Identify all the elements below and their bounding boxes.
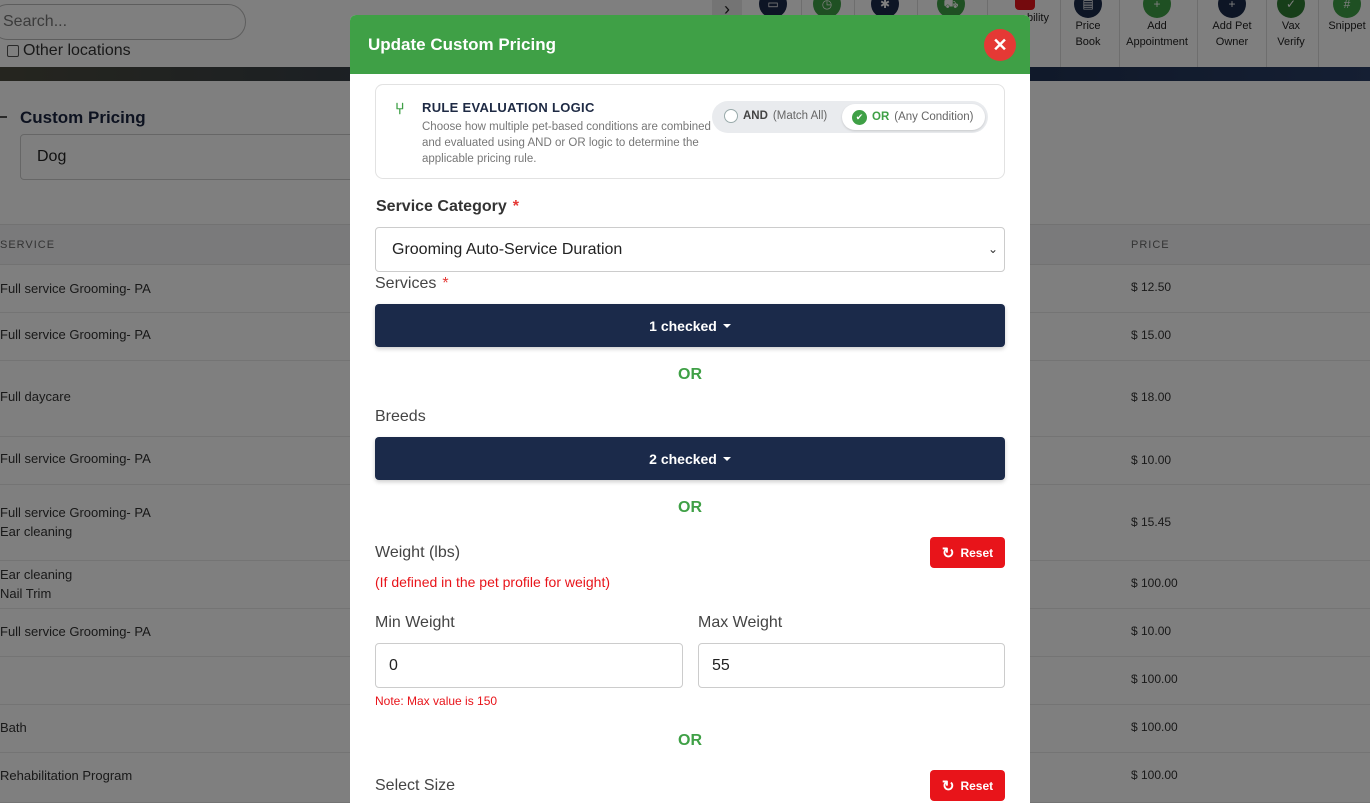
selected-value: Grooming Auto-Service Duration (392, 241, 623, 258)
max-weight-label: Max Weight (698, 614, 783, 631)
services-label: Services * (375, 275, 449, 293)
reset-label: Reset (960, 778, 994, 793)
label-text: Service Category (376, 198, 507, 215)
label-text: Services (375, 275, 437, 292)
modal-title: Update Custom Pricing (368, 34, 556, 54)
reset-icon: ↻ (941, 544, 955, 562)
services-count: 1 checked (649, 317, 717, 334)
size-reset-button[interactable]: ↻ Reset (930, 770, 1005, 801)
modal-header: Update Custom Pricing ✕ (350, 15, 1030, 74)
services-dropdown[interactable]: 1 checked (375, 304, 1005, 347)
or-hint: (Any Condition) (894, 111, 974, 123)
close-button[interactable]: ✕ (984, 29, 1016, 61)
caret-down-icon (722, 323, 731, 328)
rule-title: RULE EVALUATION LOGIC (422, 100, 595, 115)
or-separator: OR (678, 366, 702, 383)
update-custom-pricing-modal: Update Custom Pricing ✕ ⑂ RULE EVALUATIO… (350, 15, 1030, 803)
max-value-note: Note: Max value is 150 (375, 694, 498, 708)
reset-label: Reset (960, 545, 994, 560)
or-separator: OR (678, 499, 702, 516)
reset-icon: ↻ (941, 777, 955, 795)
weight-label: Weight (lbs) (375, 544, 461, 561)
logic-toggle: AND (Match All) ✔ OR (Any Condition) (712, 101, 988, 133)
max-weight-input[interactable]: 55 (698, 643, 1005, 688)
select-size-label: Select Size (375, 777, 456, 794)
min-weight-input[interactable]: 0 (375, 643, 683, 688)
weight-reset-button[interactable]: ↻ Reset (930, 537, 1005, 568)
breeds-dropdown[interactable]: 2 checked (375, 437, 1005, 480)
min-weight-label: Min Weight (375, 614, 455, 631)
logic-option-and[interactable]: AND (Match All) (724, 109, 827, 123)
caret-down-icon (722, 456, 731, 461)
service-category-select[interactable]: Grooming Auto-Service Duration ⌄ (375, 227, 1005, 272)
breeds-label: Breeds (375, 408, 426, 425)
required-marker: * (442, 275, 449, 292)
logic-option-or[interactable]: ✔ OR (Any Condition) (842, 104, 985, 130)
and-hint: (Match All) (772, 110, 828, 122)
required-marker: * (512, 198, 519, 215)
radio-icon (724, 109, 738, 123)
and-label: AND (743, 110, 768, 122)
or-separator: OR (678, 732, 702, 749)
breeds-count: 2 checked (649, 450, 717, 467)
close-icon: ✕ (992, 34, 1008, 55)
check-circle-icon: ✔ (852, 109, 867, 125)
or-label: OR (872, 111, 890, 123)
split-arrow-icon: ⑂ (395, 101, 405, 118)
rule-evaluation-panel: ⑂ RULE EVALUATION LOGIC Choose how multi… (375, 84, 1005, 179)
rule-description: Choose how multiple pet-based conditions… (422, 121, 711, 165)
chevron-down-icon: ⌄ (987, 242, 998, 256)
service-category-label: Service Category * (376, 198, 519, 216)
weight-note: (If defined in the pet profile for weigh… (375, 574, 611, 590)
